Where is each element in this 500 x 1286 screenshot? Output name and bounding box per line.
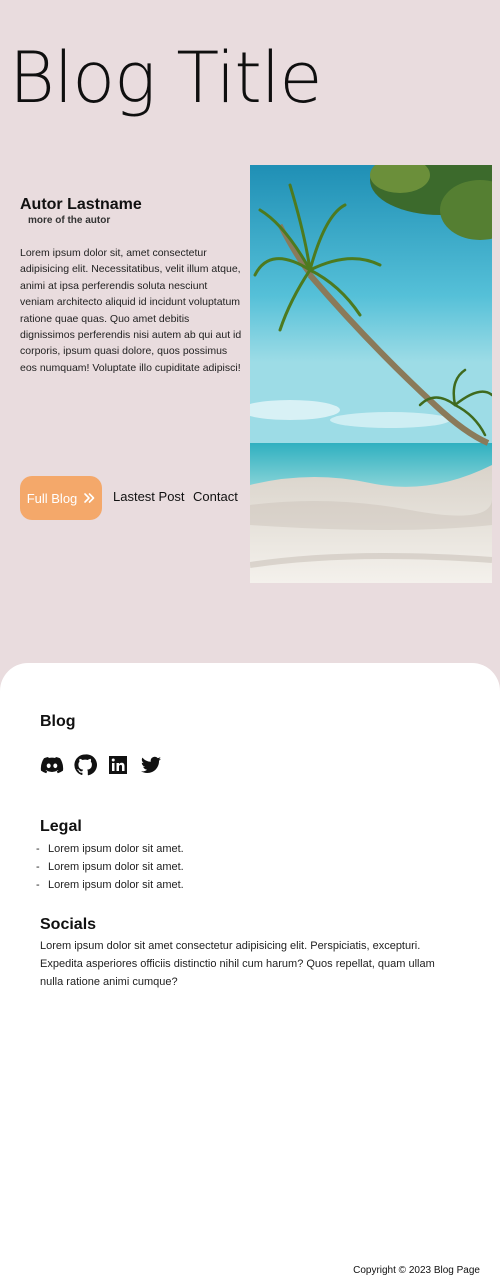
author-name: Autor Lastname	[20, 196, 142, 213]
author-subtitle[interactable]: more of the autor	[28, 215, 110, 226]
copyright: Copyright © 2023 Blog Page	[353, 1265, 480, 1276]
legal-list-item[interactable]: Lorem ipsum dolor sit amet.	[36, 858, 184, 876]
page-title: Blog Title	[9, 37, 322, 119]
discord-icon[interactable]	[40, 753, 64, 777]
linkedin-icon[interactable]	[106, 753, 130, 777]
double-chevron-right-icon	[84, 493, 95, 503]
social-icons	[40, 753, 163, 777]
legal-list: Lorem ipsum dolor sit amet. Lorem ipsum …	[36, 840, 184, 894]
socials-text: Lorem ipsum dolor sit amet consectetur a…	[40, 940, 435, 988]
hero-image	[250, 165, 492, 583]
footer-brand[interactable]: Blog	[40, 713, 76, 731]
footer: Blog Legal Lorem ipsum dolor sit amet. L…	[0, 663, 500, 1286]
post-excerpt: Lorem ipsum dolor sit, amet consectetur …	[20, 247, 242, 374]
legal-list-item[interactable]: Lorem ipsum dolor sit amet.	[36, 840, 184, 858]
legal-heading: Legal	[40, 818, 82, 835]
full-blog-label: Full Blog	[26, 490, 78, 506]
full-blog-button[interactable]: Full Blog	[20, 476, 102, 520]
twitter-icon[interactable]	[139, 753, 163, 777]
socials-heading: Socials	[40, 916, 97, 933]
palm-beach-photo	[250, 165, 492, 583]
contact-link[interactable]: Contact	[193, 489, 238, 504]
legal-list-item[interactable]: Lorem ipsum dolor sit amet.	[36, 876, 184, 894]
github-icon[interactable]	[73, 753, 97, 777]
latest-post-link[interactable]: Lastest Post	[113, 489, 185, 504]
